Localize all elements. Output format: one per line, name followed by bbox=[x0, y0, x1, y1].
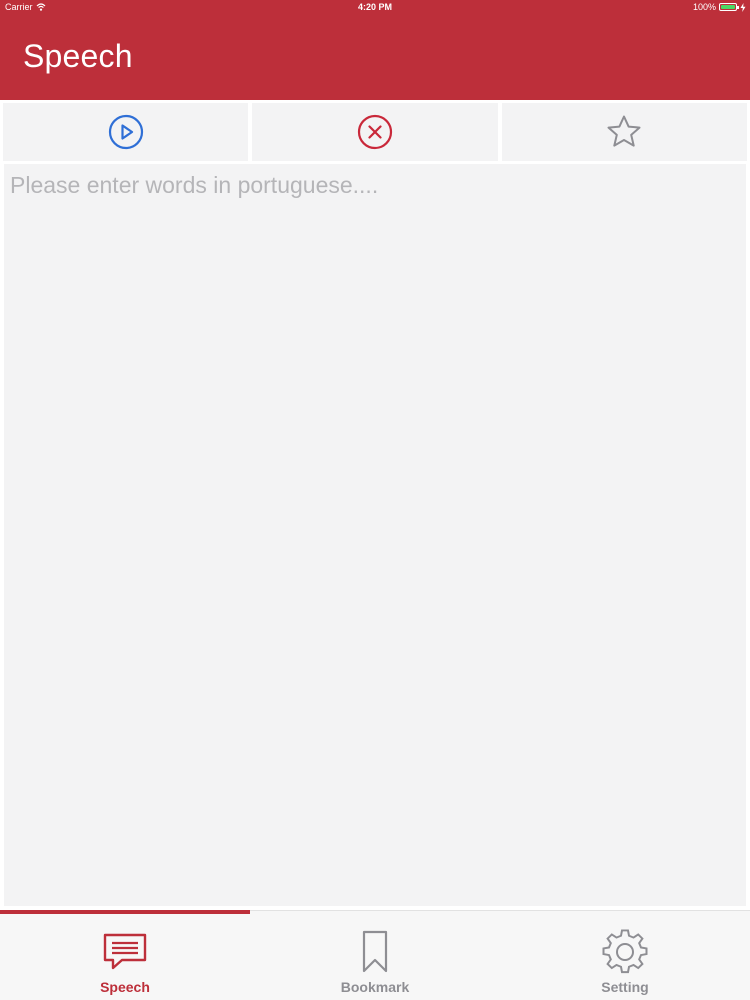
battery-indicator: 100% bbox=[693, 2, 746, 12]
text-editor-container bbox=[4, 164, 746, 906]
close-circle-icon bbox=[357, 114, 393, 150]
clear-button[interactable] bbox=[252, 103, 498, 161]
add-bookmark-button[interactable] bbox=[501, 103, 747, 161]
tab-bookmark-label: Bookmark bbox=[340, 979, 410, 995]
tab-speech[interactable]: Speech bbox=[0, 911, 250, 1000]
battery-icon bbox=[719, 3, 739, 11]
tab-bar: Speech Bookmark Setting bbox=[0, 910, 750, 1000]
speech-bubble-icon bbox=[103, 933, 147, 970]
star-icon bbox=[607, 115, 641, 147]
tab-setting[interactable]: Setting bbox=[500, 911, 750, 1000]
play-circle-icon bbox=[108, 114, 143, 150]
speech-text-input[interactable] bbox=[4, 164, 746, 906]
active-tab-indicator bbox=[0, 910, 250, 914]
charging-icon bbox=[740, 2, 746, 12]
bookmark-icon bbox=[362, 930, 388, 973]
tab-speech-label: Speech bbox=[100, 979, 150, 995]
battery-percent: 100% bbox=[692, 2, 716, 12]
play-button[interactable] bbox=[3, 103, 249, 161]
page-title: Speech bbox=[23, 38, 133, 74]
status-time: 4:20 PM bbox=[357, 2, 392, 12]
tab-bookmark[interactable]: Bookmark bbox=[250, 911, 500, 1000]
status-bar: Carrier 4:20 PM 100% bbox=[0, 0, 750, 14]
tab-setting-label: Setting bbox=[601, 979, 649, 995]
navigation-bar: Speech bbox=[0, 14, 750, 100]
gear-icon bbox=[602, 929, 648, 974]
action-toolbar bbox=[0, 100, 750, 164]
